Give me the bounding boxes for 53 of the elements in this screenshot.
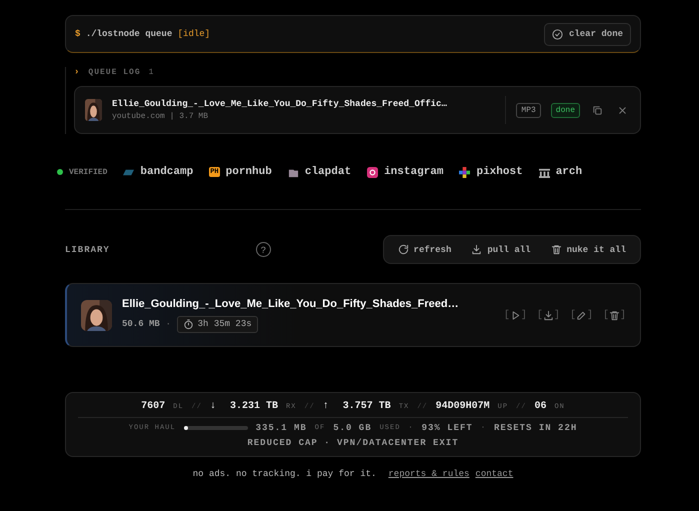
blocks-icon	[459, 166, 470, 178]
queue-log-title: QUEUE LOG	[88, 68, 141, 76]
camera-icon	[367, 166, 378, 178]
command-line: $ ./lostnode queue [idle]	[75, 29, 210, 39]
duration-tag: 3h 35m 23s	[176, 316, 258, 332]
format-tag: MP3	[516, 102, 541, 118]
separator-dot: ·	[166, 320, 171, 328]
queue-count: 1	[148, 68, 154, 76]
copy-icon	[592, 104, 603, 116]
cap-note: REDUCED CAP · VPN/DATACENTER EXIT	[247, 438, 459, 448]
stat-value: 7607	[141, 401, 166, 412]
contact-link[interactable]: contact	[475, 469, 514, 479]
status-dot	[57, 169, 63, 175]
arrow-icon: ↑	[322, 401, 329, 412]
source-link[interactable]: clapdat	[288, 166, 352, 178]
total-value: 5.0 GB	[333, 423, 372, 433]
reports-link[interactable]: reports & rules	[388, 469, 470, 479]
file-title: Ellie_Goulding_-_Love_Me_Like_You_Do_Fifty_Shades_Freed_Offic…	[112, 99, 448, 109]
reset-info: RESETS IN 22H	[494, 423, 578, 433]
file-size: 50.6 MB	[122, 319, 160, 329]
file-source: youtube.com | 3.7 MB	[112, 112, 210, 121]
library-title: LIBRARY	[65, 244, 110, 254]
source-link[interactable]: arch	[538, 166, 582, 178]
source-link[interactable]: instagram	[367, 166, 444, 178]
verified-label: VERIFIED	[69, 168, 108, 176]
pencil-icon	[576, 310, 587, 320]
timer-icon	[182, 318, 194, 330]
refresh-icon	[398, 244, 409, 255]
arrow-icon: ↓	[210, 401, 216, 412]
trash-icon	[608, 310, 620, 320]
caret-icon: ›	[74, 67, 80, 77]
columns-icon	[538, 166, 550, 178]
nuke-button[interactable]: nuke it all	[550, 244, 626, 255]
source-link[interactable]: pixhost	[459, 166, 523, 178]
pull-all-button[interactable]: pull all	[471, 244, 531, 255]
used-value: 335.1 MB	[256, 423, 307, 433]
status-tag: done	[550, 102, 580, 118]
download-icon	[471, 244, 482, 255]
footer-text: no ads. no tracking. i pay for it.	[192, 469, 376, 479]
track-title: Ellie_Goulding_-_Love_Me_Like_You_Do_Fifty_Shades_Freed…	[122, 298, 460, 310]
close-icon	[617, 104, 628, 116]
refresh-button[interactable]: refresh	[398, 244, 452, 255]
clear-done-button[interactable]: clear done	[544, 22, 631, 46]
help-button[interactable]: ?	[256, 242, 271, 257]
stat-value: 06	[534, 401, 546, 412]
trash-icon	[550, 244, 562, 255]
stat-value: 3.757 TB	[342, 401, 391, 412]
left-value: 93% LEFT	[422, 423, 473, 433]
stat-value: 3.231 TB	[230, 401, 278, 412]
check-icon	[552, 28, 563, 40]
stat-value: 94D09H07M	[436, 401, 490, 412]
source-link[interactable]: bandcamp	[123, 166, 194, 178]
download-icon	[542, 310, 554, 320]
